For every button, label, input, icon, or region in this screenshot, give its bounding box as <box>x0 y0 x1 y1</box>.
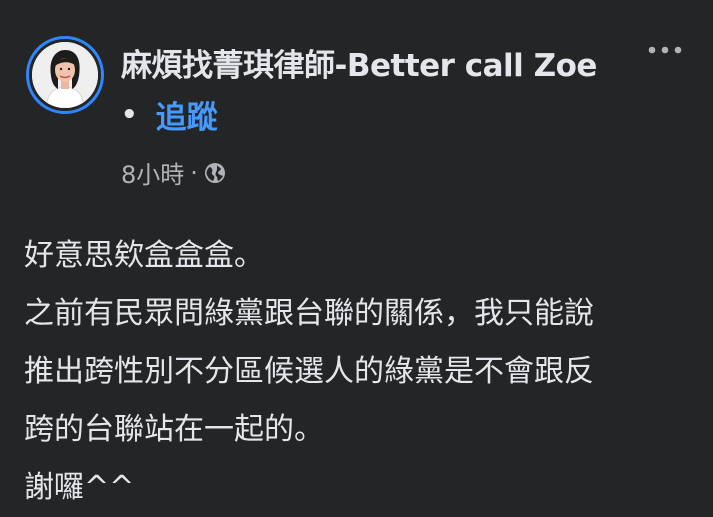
author-name[interactable]: 麻煩找菁琪律師-Better call Zoe <box>121 40 597 85</box>
separator-dot: • <box>121 99 138 130</box>
globe-icon[interactable] <box>204 162 226 184</box>
avatar <box>32 42 98 108</box>
post-line: 謝囉^^ <box>24 470 135 505</box>
profile-avatar-link[interactable] <box>26 36 104 114</box>
post-timestamp[interactable]: 8小時 <box>121 155 184 190</box>
post-line: 跨的台聯站在一起的。 <box>24 412 324 447</box>
post-line: 推出跨性別不分區候選人的綠黨是不會跟反 <box>24 354 594 389</box>
post-body: 好意思欸盒盒盒。 之前有民眾問綠黨跟台聯的關係，我只能說 推出跨性別不分區候選人… <box>24 227 704 517</box>
follow-button[interactable]: 追蹤 <box>156 92 218 137</box>
post-meta: 8小時 · <box>121 155 226 190</box>
post-line: 之前有民眾問綠黨跟台聯的關係，我只能說 <box>24 296 594 331</box>
post-line: 好意思欸盒盒盒。 <box>24 238 264 273</box>
follow-row: • 追蹤 <box>121 92 218 137</box>
meta-separator: · <box>190 158 198 187</box>
more-options-icon[interactable] <box>647 40 683 60</box>
profile-photo-icon <box>32 42 98 108</box>
